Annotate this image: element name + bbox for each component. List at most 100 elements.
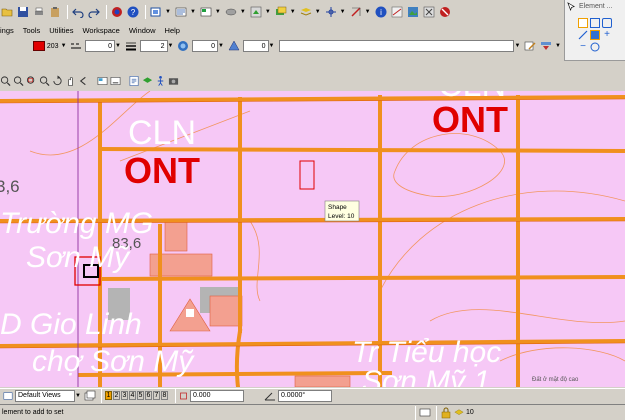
chevron-down-icon[interactable]: ▼ [215,9,221,15]
chevron-down-icon[interactable]: ▼ [61,43,67,49]
distance-field[interactable]: 0.000 [189,389,244,402]
default-views-dropdown[interactable]: Default Views [15,389,75,402]
image-icon[interactable] [406,5,420,19]
color-value[interactable]: 203 [47,43,59,50]
view-attributes-icon[interactable] [129,74,140,88]
element-template-field[interactable] [279,40,515,52]
globe-icon[interactable] [110,5,124,19]
chevron-down-icon[interactable]: ▼ [269,43,275,49]
drawing-canvas[interactable]: CLN ONT CLN ONT 3,6 83,6 Trường MG Sơn M… [0,91,625,387]
view-groups-icon[interactable] [3,389,13,403]
camera-icon[interactable] [168,74,179,88]
save-icon[interactable] [16,5,30,19]
measure-icon[interactable] [390,5,404,19]
menu-item-settings[interactable]: ings [0,26,14,35]
line-weight-icon[interactable] [124,39,138,53]
layers-icon[interactable] [274,5,288,19]
select-line-icon[interactable] [578,30,588,40]
select-box-icon[interactable] [590,18,600,28]
color-swatch[interactable] [33,41,45,51]
view-number-5[interactable]: 5 [136,391,144,400]
building-block [209,295,243,327]
print-icon[interactable] [32,5,46,19]
chevron-down-icon[interactable]: ▼ [514,43,520,49]
model-icon[interactable] [149,5,163,19]
view-number-1[interactable]: 1 [104,391,112,400]
line-style-field[interactable]: 0 [85,40,116,52]
map-drawing[interactable]: CLN ONT CLN ONT 3,6 83,6 Trường MG Sơn M… [0,91,625,387]
distance-icon [179,389,188,403]
folder-open-icon[interactable] [0,5,14,19]
select-mode-new-icon[interactable] [590,30,600,40]
tools-icon[interactable] [422,5,436,19]
weight-value: 2 [160,42,165,50]
menu-item-workspace[interactable]: Workspace [82,26,119,35]
transparency-field[interactable]: 0 [192,40,218,52]
help-icon[interactable]: ? [126,5,140,19]
line-weight-field[interactable]: 2 [139,40,168,52]
view-number-3[interactable]: 3 [120,391,128,400]
chevron-down-icon[interactable]: ▼ [240,9,246,15]
template-icon[interactable] [539,39,553,53]
chevron-down-icon[interactable]: ▼ [290,9,296,15]
chevron-down-icon[interactable]: ▼ [340,9,346,15]
priority-icon[interactable] [227,39,241,53]
chevron-down-icon[interactable]: ▼ [75,393,81,399]
select-mode-invert-icon[interactable] [590,42,600,52]
info-icon[interactable]: i [374,5,388,19]
raster-icon[interactable] [199,5,213,19]
redo-icon[interactable] [87,5,101,19]
view-number-6[interactable]: 6 [144,391,152,400]
lock-icon[interactable] [440,406,452,420]
chevron-down-icon[interactable]: ▼ [165,9,171,15]
chevron-down-icon[interactable]: ▼ [315,9,321,15]
chevron-down-icon[interactable]: ▼ [365,9,371,15]
undo-icon[interactable] [71,5,85,19]
view-toggle-icon[interactable] [97,74,108,88]
line-style-icon[interactable] [70,39,84,53]
zoom-in-icon[interactable] [0,74,11,88]
fit-view-icon[interactable] [39,74,50,88]
menu-item-utilities[interactable]: Utilities [49,26,73,35]
select-arrow-icon[interactable] [578,18,588,28]
reference-icon[interactable] [174,5,188,19]
view-number-4[interactable]: 4 [128,391,136,400]
accudraw-icon[interactable] [349,5,363,19]
chevron-down-icon[interactable]: ▼ [190,9,196,15]
select-shape-icon[interactable] [602,18,612,28]
view-number-2[interactable]: 2 [112,391,120,400]
copy-view-icon[interactable] [110,74,121,88]
angle-field[interactable]: 0.0000° [277,389,332,402]
view-group-manage-icon[interactable] [84,389,96,403]
view-number-7[interactable]: 7 [152,391,160,400]
menu-item-tools[interactable]: Tools [23,26,41,35]
priority-field[interactable]: 0 [242,40,269,52]
chevron-down-icon[interactable]: ▼ [218,43,224,49]
template-edit-icon[interactable] [523,39,537,53]
select-mode-subtract-icon[interactable]: − [578,42,588,52]
message-icon[interactable] [419,406,431,420]
toolbar-separator [174,388,176,403]
zoom-out-icon[interactable] [13,74,24,88]
level-display-icon[interactable] [299,5,313,19]
walk-icon[interactable] [155,74,166,88]
rotate-view-icon[interactable] [52,74,63,88]
pan-view-icon[interactable] [65,74,76,88]
previous-view-icon[interactable] [78,74,89,88]
chevron-down-icon[interactable]: ▼ [555,43,561,49]
chevron-down-icon[interactable]: ▼ [115,43,121,49]
transparency-icon[interactable] [176,39,190,53]
chevron-down-icon[interactable]: ▼ [168,43,174,49]
snap-icon[interactable] [324,5,338,19]
level-display-view-icon[interactable] [142,74,153,88]
stop-icon[interactable] [438,5,452,19]
select-mode-add-icon[interactable]: + [602,30,612,40]
view-number-8[interactable]: 8 [160,391,168,400]
menu-item-window[interactable]: Window [129,26,156,35]
menu-item-help[interactable]: Help [165,26,180,35]
display-style-icon[interactable] [224,5,238,19]
window-area-icon[interactable] [26,74,37,88]
view-icon[interactable] [249,5,263,19]
clipboard-icon[interactable] [48,5,62,19]
chevron-down-icon[interactable]: ▼ [265,9,271,15]
